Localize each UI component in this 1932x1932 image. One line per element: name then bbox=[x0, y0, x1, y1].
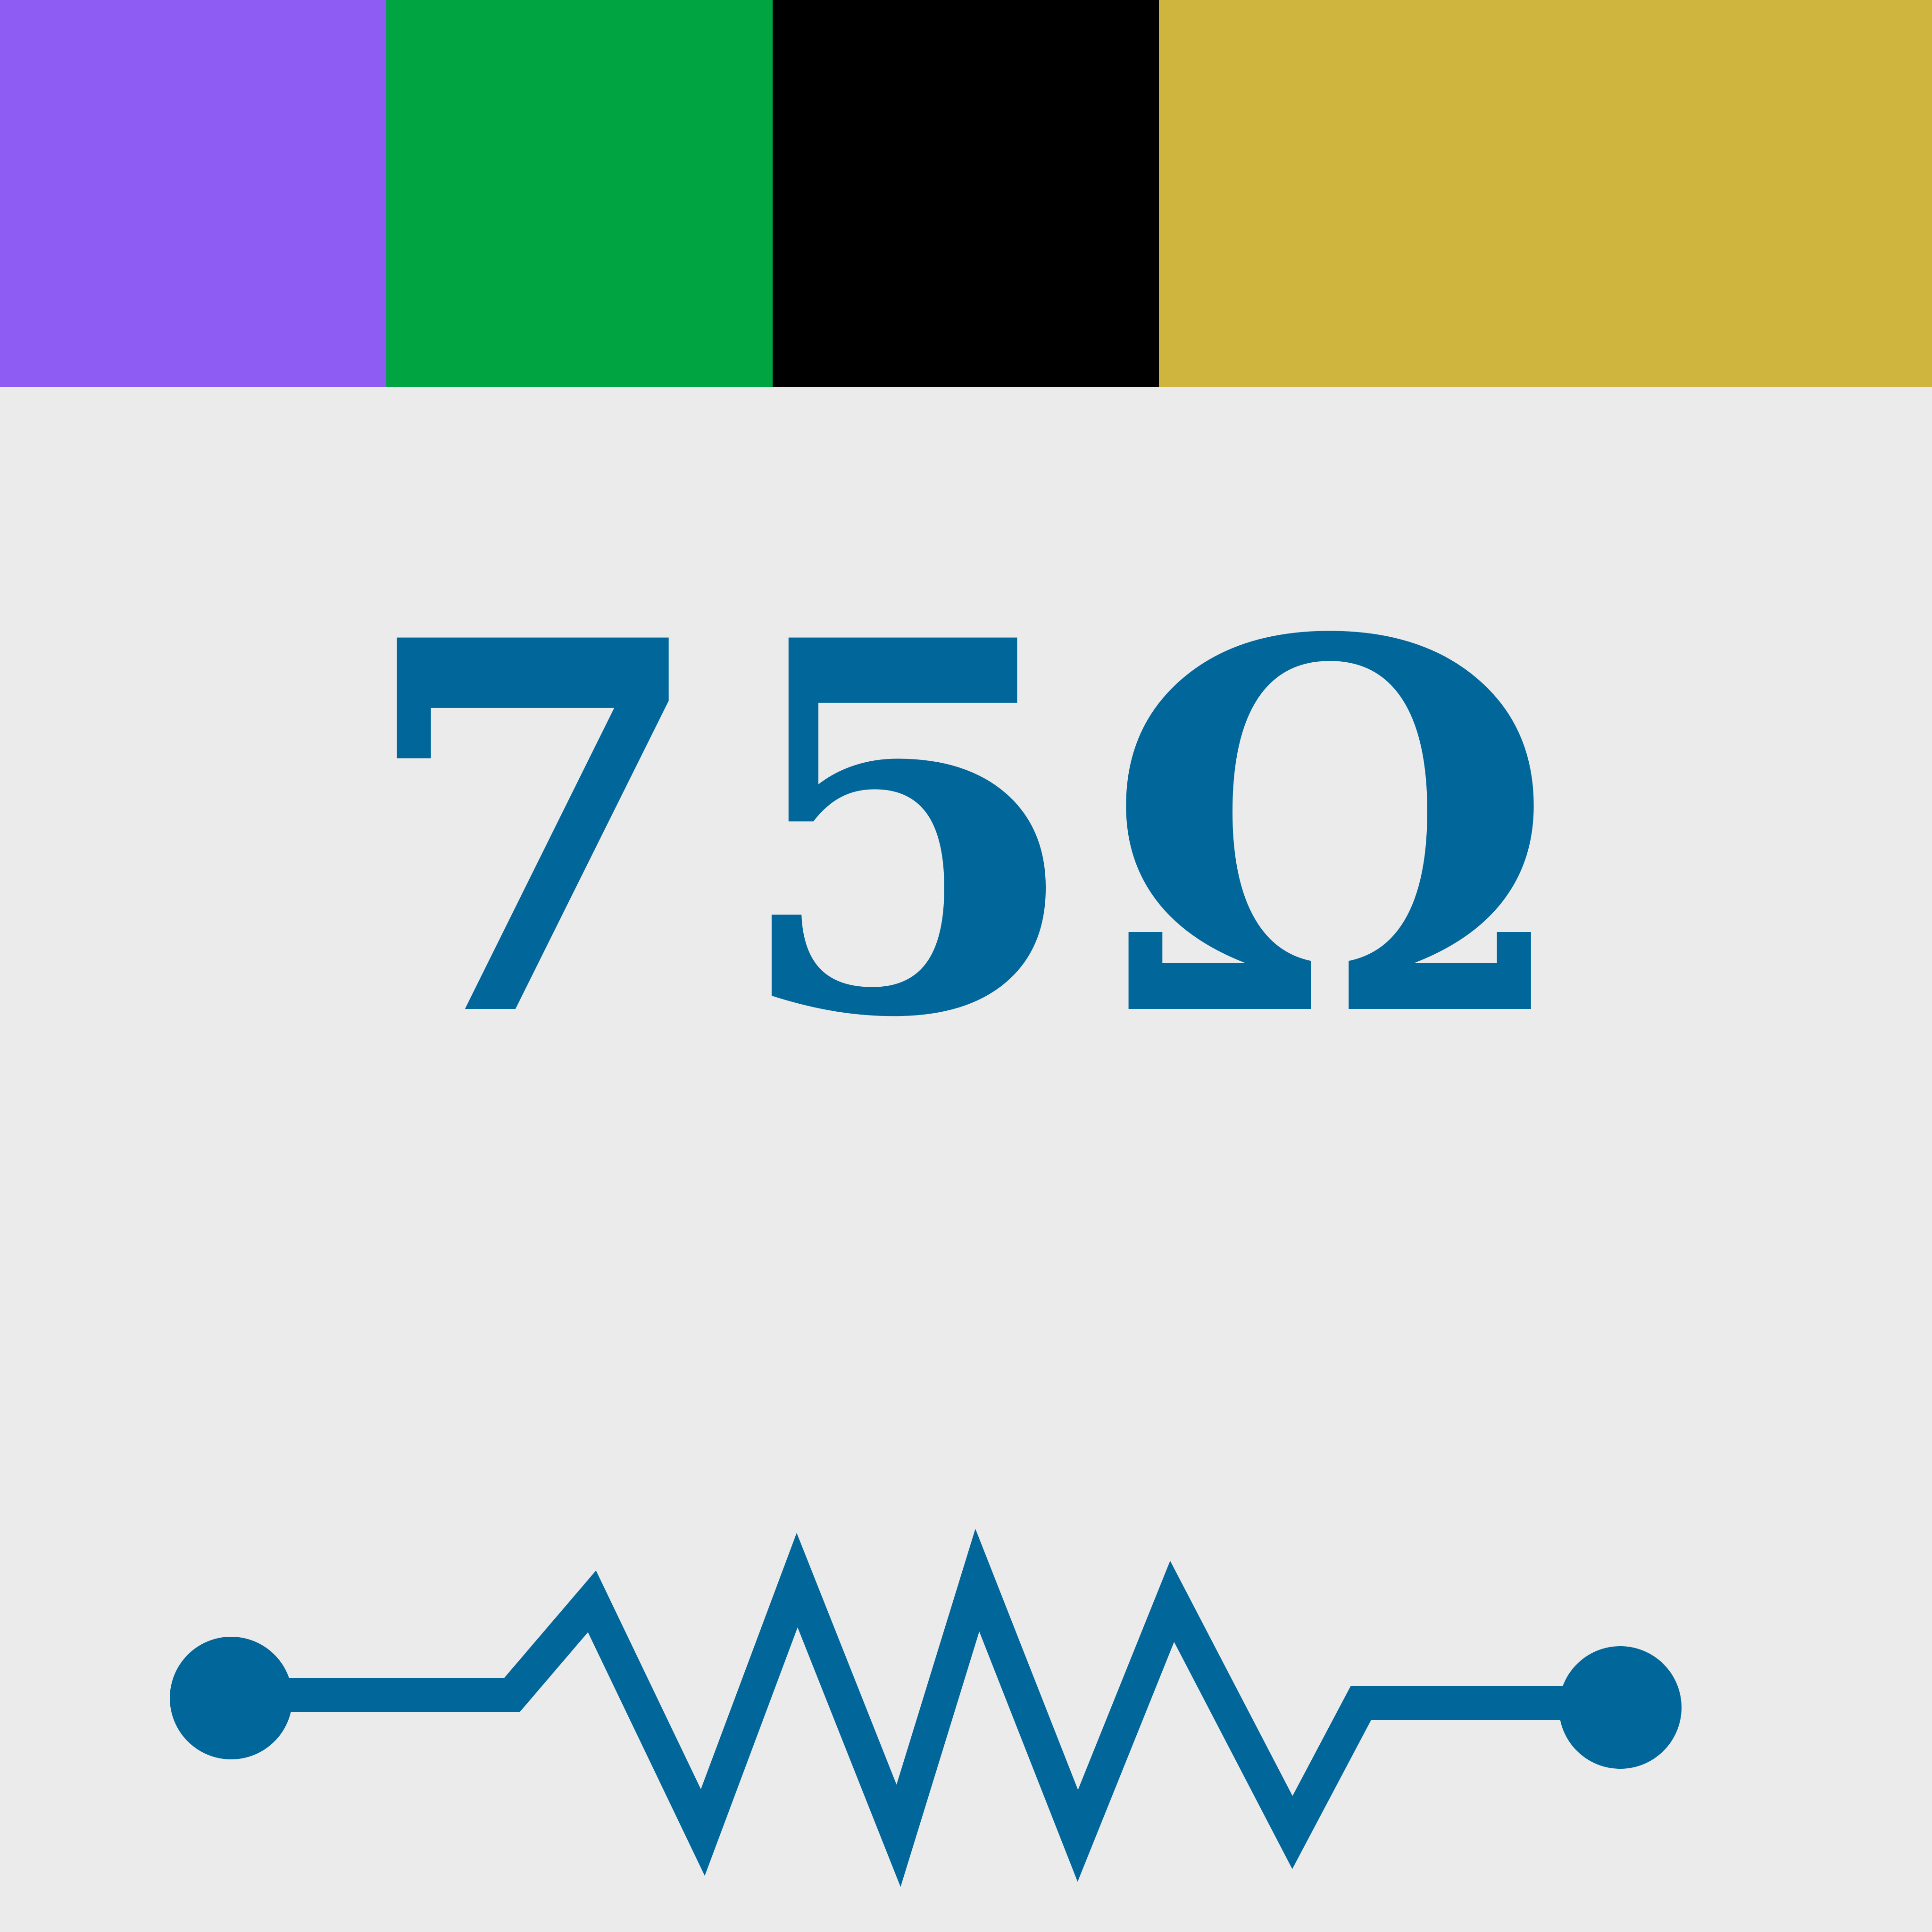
color-band-3 bbox=[773, 0, 1159, 387]
resistance-value: 75Ω bbox=[356, 531, 1576, 1129]
resistor-card: 75Ω bbox=[0, 0, 1932, 1932]
color-band-1 bbox=[0, 0, 386, 387]
color-band-2 bbox=[386, 0, 773, 387]
resistor-symbol-icon bbox=[170, 1529, 1682, 1887]
color-band-4 bbox=[1159, 0, 1932, 387]
color-band-row bbox=[0, 0, 1932, 387]
resistor-zigzag bbox=[264, 1529, 1585, 1887]
